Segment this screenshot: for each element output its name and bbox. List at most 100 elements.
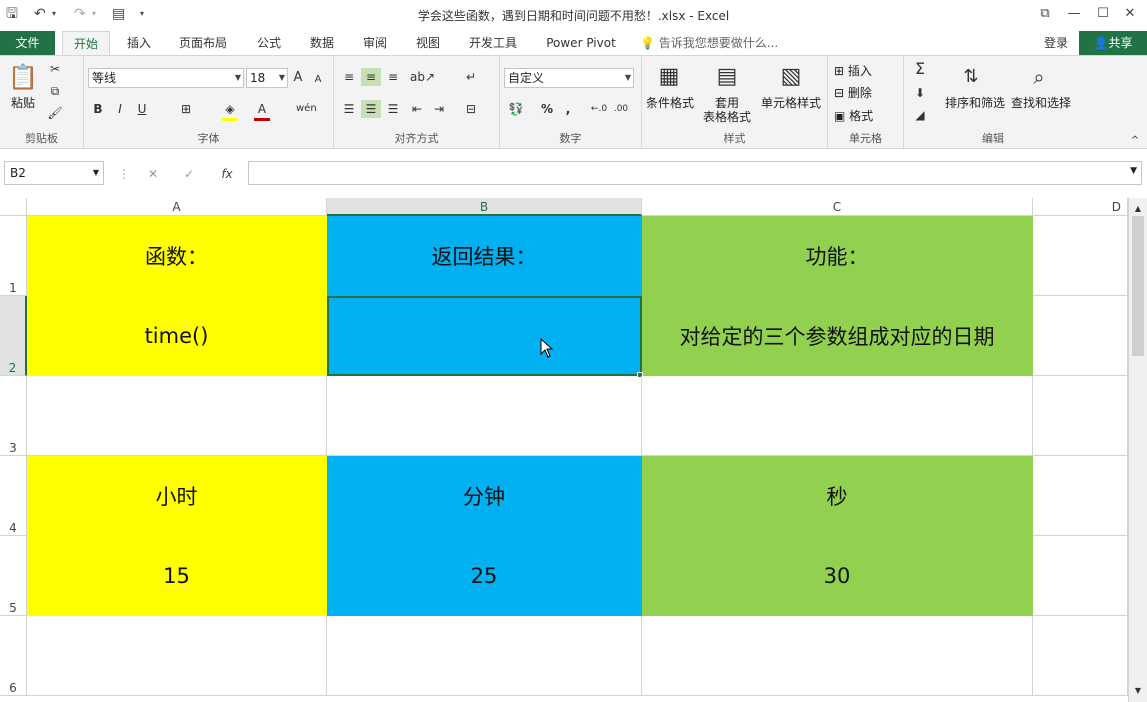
paste-icon[interactable]: 📋 [8,62,38,92]
enter-button[interactable]: ✓ [180,165,198,183]
tab-formulas[interactable]: 公式 [248,31,290,55]
tab-home[interactable]: 开始 [62,31,110,55]
cell-c4[interactable]: 秒 [642,456,1033,536]
comma-style-button[interactable]: , [562,100,574,118]
cell-a2[interactable]: time() [27,296,327,376]
formula-input[interactable]: ▼ [248,161,1142,185]
autosum-icon[interactable]: Σ [910,60,930,78]
percent-style-button[interactable]: % [540,100,554,118]
maximize-button[interactable]: ☐ [1091,3,1115,25]
tab-page-layout[interactable]: 页面布局 [172,31,234,55]
cell-c3[interactable] [642,376,1033,456]
cell-d2[interactable] [1033,296,1128,376]
search-icon[interactable]: ⌕ [1024,62,1054,92]
fill-color-icon[interactable]: ◈ [222,100,238,121]
minimize-button[interactable]: — [1062,3,1086,25]
cell-d3[interactable] [1033,376,1128,456]
conditional-format-button[interactable]: 条件格式 [642,96,698,110]
select-all-corner[interactable] [0,198,27,216]
tab-developer[interactable]: 开发工具 [460,31,526,55]
tab-file[interactable]: 文件 [0,31,55,55]
row-header-2[interactable]: 2 [0,296,27,376]
cell-b4[interactable]: 分钟 [327,456,642,536]
column-header-a[interactable]: A [27,198,327,216]
cell-c5[interactable]: 30 [642,536,1033,616]
column-header-c[interactable]: C [642,198,1033,216]
bold-icon[interactable]: B [90,100,106,118]
tab-view[interactable]: 视图 [407,31,449,55]
share-button[interactable]: 👤共享 [1079,31,1147,55]
align-center-icon[interactable]: ☰ [361,100,381,118]
delete-cells-button[interactable]: ⊟ 删除 [834,86,894,100]
collapse-ribbon-icon[interactable]: ^ [1128,132,1142,150]
expand-formula-icon[interactable]: ▼ [1130,166,1137,176]
vertical-scrollbar[interactable]: ▲ ▼ [1128,198,1147,702]
sort-filter-icon[interactable]: ⇅ [956,62,986,92]
cell-c1[interactable]: 功能： [642,216,1033,296]
underline-icon[interactable]: U [134,100,150,118]
ribbon-display-options-icon[interactable]: ⧉ [1033,3,1057,25]
decrease-indent-icon[interactable]: ⇤ [408,100,426,118]
align-top-icon[interactable]: ≡ [340,68,358,86]
cell-a6[interactable] [27,616,327,696]
row-header-4[interactable]: 4 [0,456,27,536]
decrease-font-icon[interactable]: A [310,71,326,89]
cell-a5[interactable]: 15 [27,536,327,616]
align-middle-icon[interactable]: ≡ [361,68,381,86]
cell-d4[interactable] [1033,456,1128,536]
cell-styles-button[interactable]: 单元格样式 [758,96,824,110]
increase-indent-icon[interactable]: ⇥ [430,100,448,118]
tab-review[interactable]: 审阅 [354,31,396,55]
row-header-3[interactable]: 3 [0,376,27,456]
align-right-icon[interactable]: ☰ [384,100,402,118]
cell-b1[interactable]: 返回结果： [327,216,642,296]
borders-icon[interactable]: ⊞ [178,100,194,118]
insert-function-button[interactable]: fx [216,165,238,183]
conditional-format-icon[interactable]: ▦ [654,62,684,92]
cell-a4[interactable]: 小时 [27,456,327,536]
cell-d5[interactable] [1033,536,1128,616]
orientation-icon[interactable]: ab↗ [410,68,435,86]
tab-data[interactable]: 数据 [301,31,343,55]
cell-d1[interactable] [1033,216,1128,296]
align-left-icon[interactable]: ☰ [340,100,358,118]
fill-icon[interactable]: ⬇ [910,84,930,102]
row-header-6[interactable]: 6 [0,616,27,696]
cell-c2[interactable]: 对给定的三个参数组成对应的日期 [642,296,1033,376]
format-cells-button[interactable]: ▣ 格式 [834,109,894,123]
cell-a1[interactable]: 函数： [27,216,327,296]
sort-filter-button[interactable]: 排序和筛选 [942,96,1008,110]
cell-styles-icon[interactable]: ▧ [776,62,806,92]
cut-icon[interactable]: ✂ [46,60,64,78]
format-as-table-button[interactable]: 套用 表格格式 [700,96,754,124]
paste-button[interactable]: 粘贴 [6,96,40,110]
increase-font-icon[interactable]: A [290,69,306,87]
clear-icon[interactable]: ◢ [910,106,930,124]
tab-power-pivot[interactable]: Power Pivot [538,31,624,55]
accounting-format-icon[interactable]: 💱 [506,100,526,118]
scrollbar-thumb[interactable] [1132,216,1144,356]
font-name-combo[interactable]: 等线 ▼ [88,68,244,88]
cell-b5[interactable]: 25 [327,536,642,616]
name-box[interactable]: B2 ▼ [4,161,104,185]
tab-insert[interactable]: 插入 [118,31,160,55]
cancel-button[interactable]: ✕ [144,165,162,183]
cell-b3[interactable] [327,376,642,456]
cell-c6[interactable] [642,616,1033,696]
wrap-text-icon[interactable]: ↵ [462,68,480,86]
cell-b6[interactable] [327,616,642,696]
phonetic-icon[interactable]: wén [296,100,317,118]
insert-cells-button[interactable]: ⊞ 插入 [834,64,894,78]
increase-decimal-icon[interactable]: ←.0 [590,100,608,118]
scroll-down-icon[interactable]: ▼ [1132,682,1144,700]
cell-a3[interactable] [27,376,327,456]
row-header-1[interactable]: 1 [0,216,27,296]
italic-icon[interactable]: I [112,100,128,118]
column-header-b[interactable]: B [327,198,642,216]
number-format-combo[interactable]: 自定义 ▼ [504,68,634,88]
cell-d6[interactable] [1033,616,1128,696]
close-button[interactable]: ✕ [1118,3,1142,25]
login-link[interactable]: 登录 [1036,31,1076,55]
format-painter-icon[interactable]: 🖌 [46,104,64,122]
font-color-icon[interactable]: A [254,100,270,121]
